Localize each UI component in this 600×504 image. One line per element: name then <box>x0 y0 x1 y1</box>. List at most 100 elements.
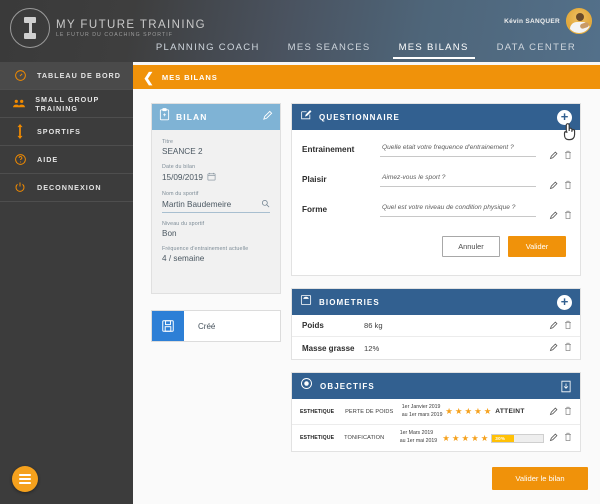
sidebar: TABLEAU DE BORD SMALL GROUP TRAINING SPO… <box>0 62 133 504</box>
chevron-left-icon[interactable]: ❮ <box>143 71 154 84</box>
nav-item-mes-bilans[interactable]: MES BILANS <box>385 42 483 62</box>
logo-circle <box>10 8 50 48</box>
star-icon: ★ <box>474 406 482 417</box>
pencil-icon[interactable] <box>549 403 558 421</box>
nav-item-planning-coach[interactable]: PLANNING COACH <box>142 42 274 62</box>
sidebar-item-sportifs[interactable]: SPORTIFS <box>0 118 133 146</box>
trash-icon[interactable] <box>564 177 572 195</box>
questionnaire-rows: Entrainement Quelle etait votre frequenc… <box>292 130 580 275</box>
bilan-card-body: Titre SEANCE 2 Date du bilan 15/09/2019 <box>152 130 280 293</box>
bilan-card-header: BILAN <box>152 104 280 130</box>
objectif-progress: 30% <box>491 433 545 443</box>
height-arrow-icon <box>12 124 28 139</box>
sidebar-item-deconnexion[interactable]: DECONNEXION <box>0 174 133 202</box>
trash-icon[interactable] <box>564 147 572 165</box>
star-icon: ★ <box>451 432 460 443</box>
questionnaire-row: Forme Quel est votre niveau de condition… <box>292 198 580 228</box>
question-input[interactable]: Quel est votre niveau de condition physi… <box>380 201 536 217</box>
sidebar-item-label: AIDE <box>37 155 59 164</box>
pencil-icon[interactable] <box>549 317 558 335</box>
sidebar-item-label: TABLEAU DE BORD <box>37 71 121 80</box>
calendar-icon[interactable] <box>207 172 216 183</box>
submit-button[interactable]: Valider <box>508 236 566 257</box>
validate-bilan-button[interactable]: Valider le bilan <box>492 467 588 490</box>
question-input[interactable]: Aimez-vous le sport ? <box>380 171 536 187</box>
objectif-date-start: 1er Mars 2019 <box>399 430 434 437</box>
objectif-name: TONIFICATION <box>344 435 385 441</box>
bilan-column: BILAN Titre SEANCE 2 Date du bilan 15/09… <box>151 103 281 342</box>
trash-icon[interactable] <box>564 403 572 421</box>
pencil-icon[interactable] <box>549 147 558 165</box>
dumbbell-icon <box>24 15 36 41</box>
question-label: Entrainement <box>302 145 355 154</box>
nav-item-data-center[interactable]: DATA CENTER <box>483 42 590 62</box>
pencil-icon[interactable] <box>549 207 558 225</box>
footer-bar: Valider le bilan <box>133 456 600 504</box>
row-actions <box>536 339 572 357</box>
target-icon <box>300 377 313 395</box>
objectifs-title: OBJECTIFS <box>320 381 375 391</box>
field-frequence-entrainement: Fréquence d'entrainement actuelle 4 / se… <box>162 246 270 263</box>
trash-icon[interactable] <box>564 339 572 357</box>
sidebar-item-tableau-de-bord[interactable]: TABLEAU DE BORD <box>0 62 133 90</box>
biometries-title: BIOMETRIES <box>319 297 380 307</box>
question-label: Plaisir <box>302 175 327 184</box>
main-content: BILAN Titre SEANCE 2 Date du bilan 15/09… <box>133 89 600 504</box>
objectif-date-start: 1er Janvier 2019 <box>401 403 441 410</box>
avatar[interactable] <box>566 8 592 34</box>
user-menu[interactable]: Kévin SANQUER <box>504 8 592 34</box>
field-value: SEANCE 2 <box>162 147 203 156</box>
cancel-button[interactable]: Annuler <box>442 236 500 257</box>
row-actions <box>536 141 572 165</box>
questionnaire-row: Plaisir Aimez-vous le sport ? <box>292 168 580 198</box>
objectif-tag: ESTHETIQUE <box>300 408 335 415</box>
plus-circle-icon[interactable]: + <box>557 294 572 310</box>
field-label: Titre <box>162 139 174 145</box>
search-icon[interactable] <box>261 199 270 210</box>
sidebar-item-aide[interactable]: AIDE <box>0 146 133 174</box>
plus-circle-icon[interactable]: + <box>557 109 572 125</box>
biometries-panel: BIOMETRIES + Poids 86 kg Masse grasse 12… <box>291 288 581 360</box>
biometrie-name: Poids <box>302 321 324 330</box>
question-input[interactable]: Quelle etait votre frequence d'entrainem… <box>380 141 536 157</box>
sidebar-item-small-group-training[interactable]: SMALL GROUP TRAINING <box>0 90 133 118</box>
row-actions <box>544 403 572 421</box>
trash-icon[interactable] <box>564 317 572 335</box>
questionnaire-row: Entrainement Quelle etait votre frequenc… <box>292 138 580 168</box>
objectif-rating[interactable]: ★ ★ ★ ★ ★ <box>442 434 491 443</box>
objectif-dates: 1er Janvier 2019 au 1er mars 2019 <box>402 404 445 419</box>
download-box-icon[interactable] <box>560 380 572 393</box>
field-value: 4 / semaine <box>162 254 205 263</box>
objectif-row: ESTHETIQUE TONIFICATION 1er Mars 2019 au… <box>292 425 580 451</box>
field-nom-du-sportif[interactable]: Nom du sportif Martin Baudemeire <box>162 191 270 213</box>
pencil-icon[interactable] <box>549 339 558 357</box>
nav-item-mes-seances[interactable]: MES SEANCES <box>274 42 385 62</box>
question-label: Forme <box>302 205 328 214</box>
objectif-date-end: au 1er mai 2019 <box>399 438 438 444</box>
pencil-icon[interactable] <box>262 108 273 126</box>
gauge-icon <box>12 69 28 82</box>
trash-icon[interactable] <box>564 429 572 447</box>
user-name: Kévin SANQUER <box>504 17 560 25</box>
hamburger-icon[interactable] <box>12 466 38 492</box>
bilan-status-button[interactable]: Créé <box>151 310 281 342</box>
progress-bar: 30% <box>491 433 545 443</box>
field-titre: Titre SEANCE 2 <box>162 139 270 156</box>
objectif-rating[interactable]: ★ ★ ★ ★ ★ <box>445 407 495 416</box>
help-circle-icon <box>12 153 28 166</box>
save-icon <box>152 311 184 341</box>
breadcrumb-label: MES BILANS <box>161 72 218 82</box>
clipboard-icon <box>159 108 170 126</box>
trash-icon[interactable] <box>564 207 572 225</box>
pencil-icon[interactable] <box>549 177 558 195</box>
biometrie-name: Masse grasse <box>302 343 355 353</box>
field-label: Fréquence d'entrainement actuelle <box>162 246 249 252</box>
biometrie-value: 86 kg <box>364 321 383 330</box>
pencil-icon[interactable] <box>549 429 558 447</box>
sportif-name-input[interactable]: Martin Baudemeire <box>162 200 231 209</box>
panels-column: QUESTIONNAIRE + Entrainement Quelle etai… <box>291 103 581 464</box>
star-icon: ★ <box>483 406 492 417</box>
logo-title: MY FUTURE TRAINING <box>56 18 207 31</box>
field-value: 15/09/2019 <box>162 173 203 182</box>
sidebar-item-label: DECONNEXION <box>37 183 102 192</box>
